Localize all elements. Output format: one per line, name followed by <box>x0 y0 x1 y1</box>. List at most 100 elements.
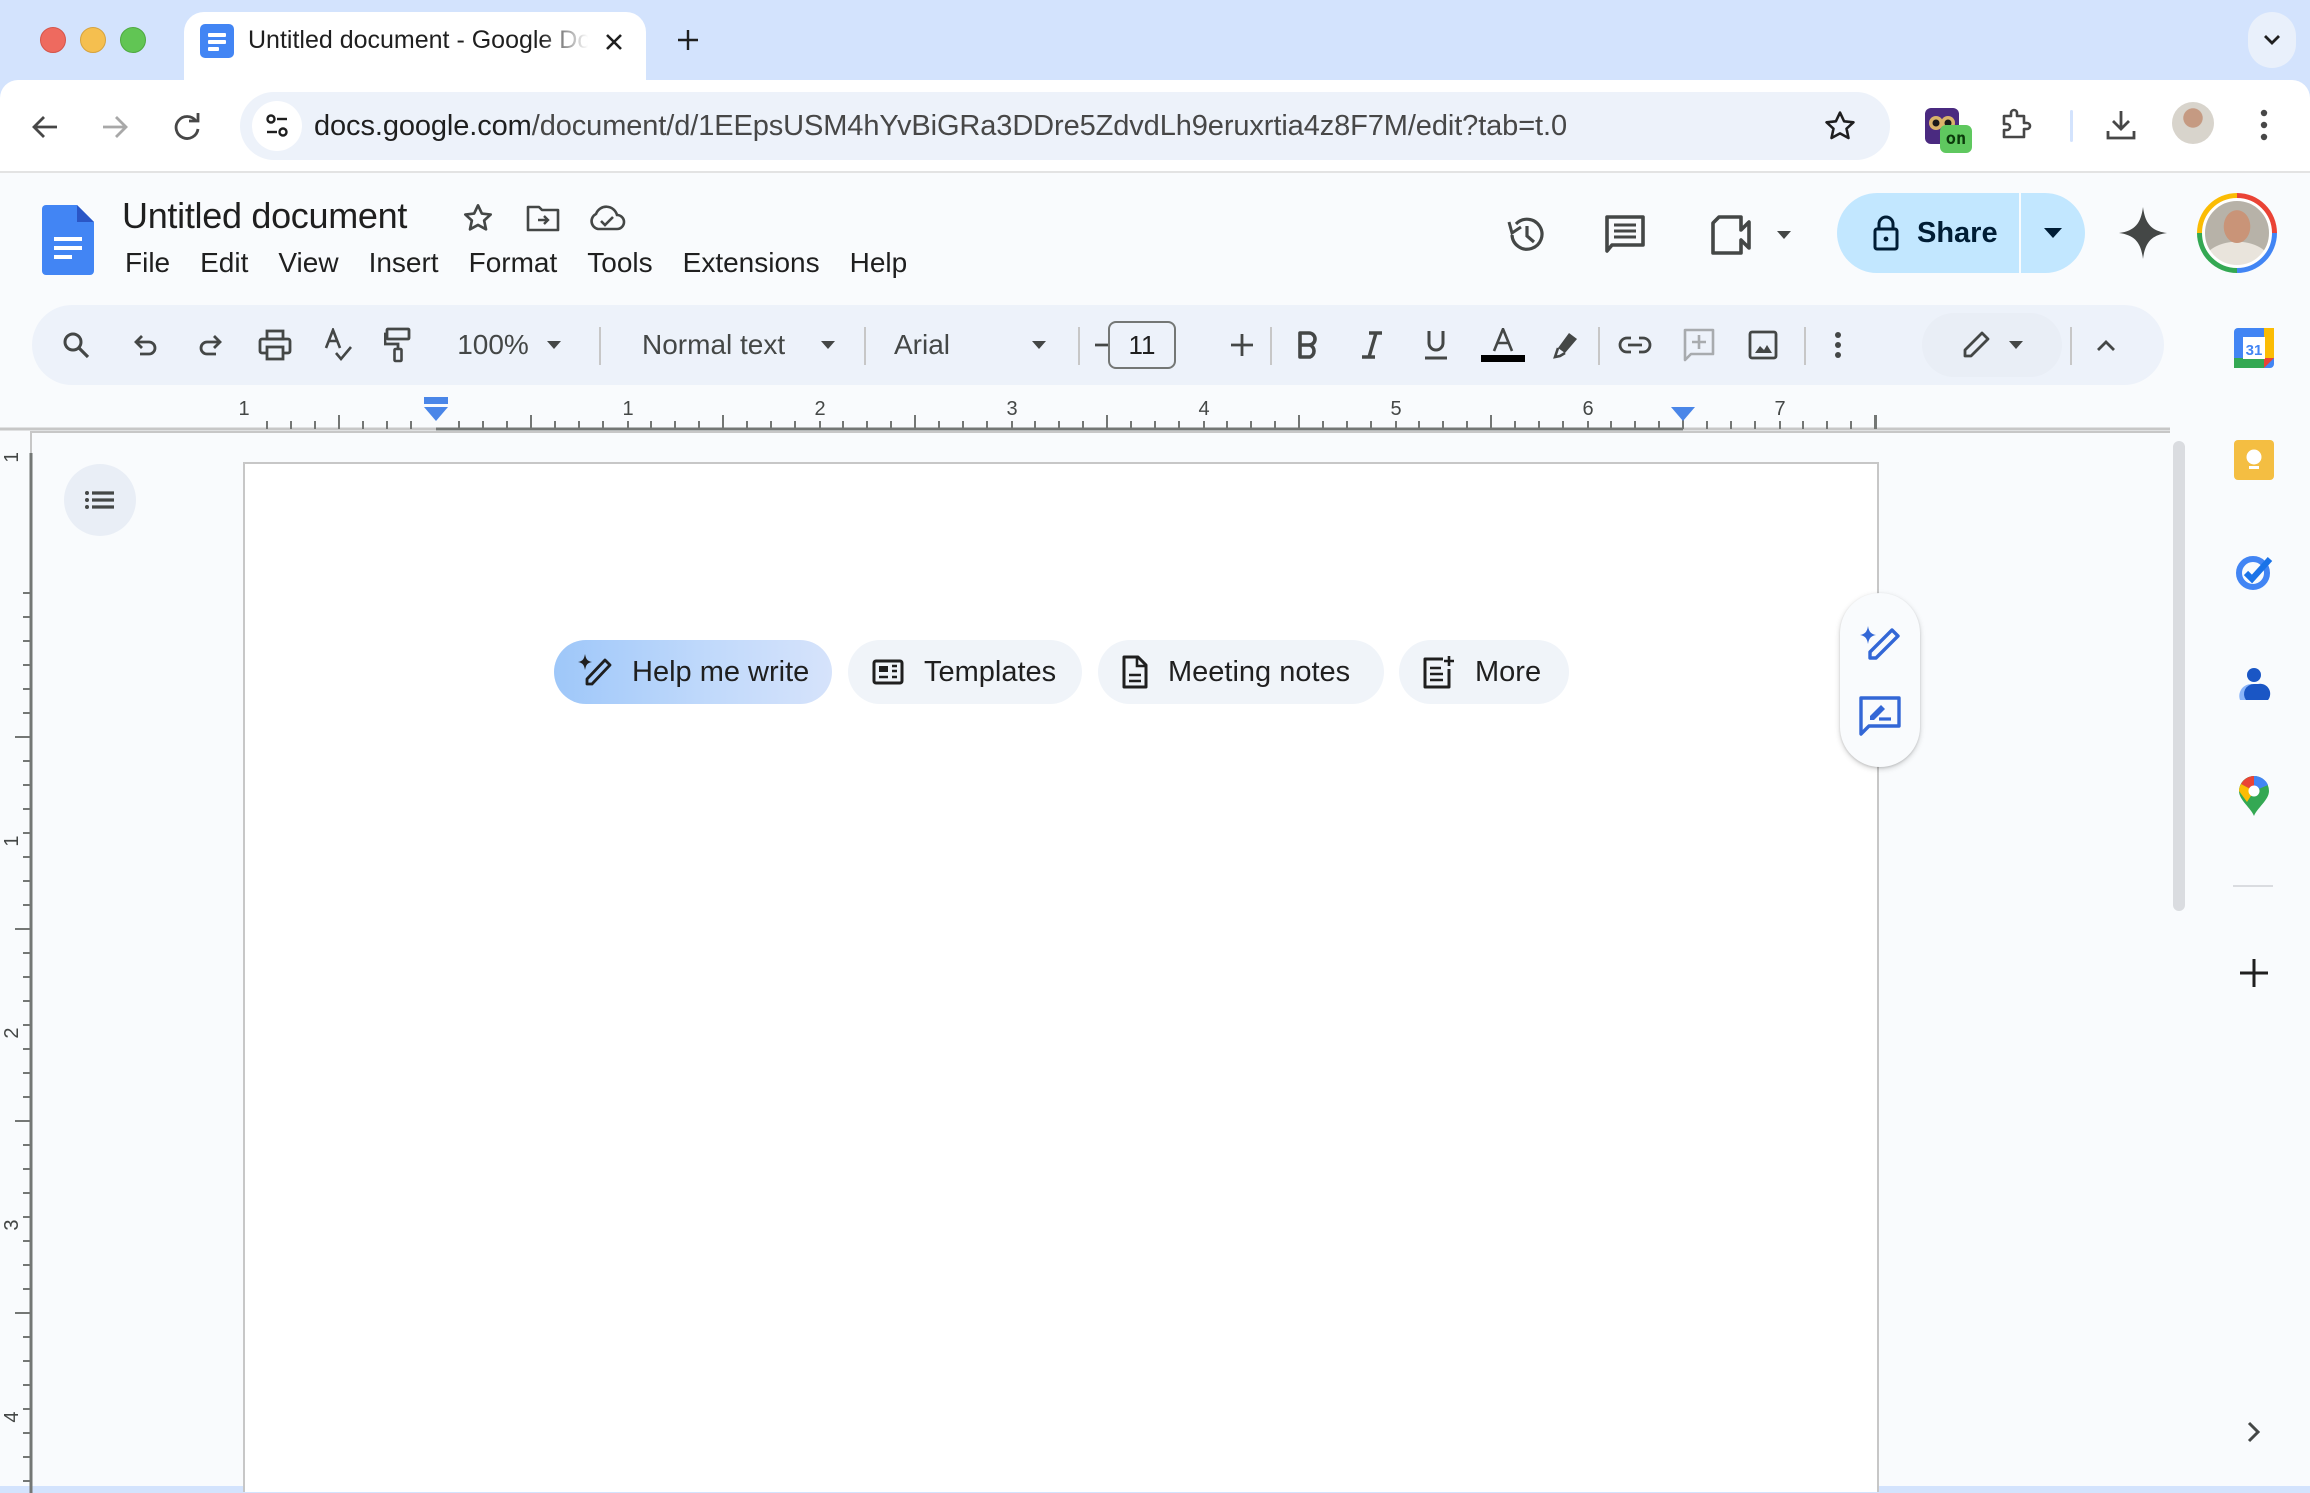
paragraph-style-select[interactable]: Normal text <box>622 317 872 373</box>
new-tab-button[interactable] <box>668 20 708 60</box>
undo-icon <box>134 335 157 356</box>
downloads-icon <box>2106 111 2136 140</box>
toolbar-divider <box>1804 327 1806 365</box>
font-family-select[interactable]: Arial <box>884 317 1084 373</box>
right-indent-marker[interactable] <box>1671 407 1695 421</box>
more-options-button[interactable] <box>1818 317 1858 373</box>
document-title[interactable]: Untitled document <box>122 195 407 237</box>
italic-button[interactable] <box>1350 317 1394 373</box>
vruler-label: 2 <box>1 1027 23 1038</box>
help-me-write-chip[interactable]: Help me write <box>554 640 832 704</box>
paint-format-icon <box>384 327 411 363</box>
undo-button[interactable] <box>124 317 168 373</box>
share-button[interactable]: Share <box>1837 193 2017 273</box>
more-building-blocks-icon <box>1423 656 1454 689</box>
docs-home-logo[interactable] <box>42 205 94 275</box>
first-line-indent-marker[interactable] <box>424 397 448 404</box>
vertical-scrollbar[interactable] <box>2173 441 2185 911</box>
zoom-select[interactable]: 100% <box>444 317 574 373</box>
underline-button[interactable] <box>1414 317 1458 373</box>
document-status-button[interactable] <box>588 199 626 237</box>
editing-mode-content <box>1942 317 2042 373</box>
editing-mode-icon <box>1963 331 1990 358</box>
add-comment-button[interactable] <box>1676 317 1722 373</box>
horizontal-ruler[interactable]: 1 1 2 3 4 5 6 7 <box>0 391 2170 435</box>
menu-edit[interactable]: Edit <box>185 243 263 287</box>
maps-icon <box>2239 775 2269 816</box>
browser-tab-active[interactable]: Untitled document - Google Docs <box>184 12 646 80</box>
extensions-button[interactable] <box>1993 102 2039 148</box>
suggest-edits-button[interactable] <box>1852 689 1908 745</box>
menu-file[interactable]: File <box>110 243 185 287</box>
text-color-button[interactable] <box>1478 317 1528 373</box>
keep-button[interactable] <box>2231 437 2277 483</box>
paint-format-button[interactable] <box>376 317 420 373</box>
maps-button[interactable] <box>2231 773 2277 819</box>
comments-button[interactable] <box>1597 207 1653 263</box>
back-button[interactable] <box>20 102 70 152</box>
calendar-button[interactable]: 31 <box>2231 325 2277 371</box>
insert-link-button[interactable] <box>1612 317 1658 373</box>
get-addons-button[interactable] <box>2231 950 2277 996</box>
increase-font-size-button[interactable] <box>1220 317 1264 373</box>
vruler-label: 1 <box>1 453 23 463</box>
share-options-button[interactable] <box>2021 193 2085 273</box>
paragraph-style-value: Normal text <box>642 329 786 360</box>
site-info-button[interactable] <box>252 101 302 151</box>
expand-side-panel-button[interactable] <box>2231 1409 2277 1455</box>
caret-down-icon <box>546 341 561 349</box>
address-bar[interactable]: docs.google.com/document/d/1EEpsUSM4hYvB… <box>240 92 1890 160</box>
vertical-ruler[interactable]: 1 1 2 3 4 <box>0 453 34 1493</box>
reload-button[interactable] <box>162 102 212 152</box>
print-button[interactable] <box>252 317 298 373</box>
tab-close-button[interactable] <box>596 24 632 60</box>
bold-button[interactable] <box>1286 317 1330 373</box>
menu-tools[interactable]: Tools <box>572 243 667 287</box>
tab-search-button[interactable] <box>2248 12 2296 68</box>
highlight-color-button[interactable] <box>1544 317 1588 373</box>
collapse-menus-button[interactable] <box>2084 317 2128 373</box>
bookmark-button[interactable] <box>1820 106 1860 146</box>
font-size-input[interactable]: 11 <box>1108 321 1176 369</box>
redo-button[interactable] <box>188 317 232 373</box>
star-button[interactable] <box>459 199 497 237</box>
tasks-button[interactable] <box>2231 548 2277 594</box>
contacts-button[interactable] <box>2231 661 2277 707</box>
browser-tab-strip: Untitled document - Google Docs <box>0 0 2310 80</box>
side-panel-divider <box>2233 885 2273 887</box>
search-menus-button[interactable] <box>48 317 104 373</box>
tasks-icon <box>2236 556 2273 590</box>
help-me-write-button[interactable] <box>1852 617 1908 673</box>
templates-chip[interactable]: Templates <box>848 640 1082 704</box>
menu-help[interactable]: Help <box>835 243 923 287</box>
document-outline-button[interactable] <box>64 464 136 536</box>
document-page[interactable] <box>243 462 1879 1492</box>
url-text[interactable]: docs.google.com/document/d/1EEpsUSM4hYvB… <box>314 110 1567 143</box>
insert-image-button[interactable] <box>1740 317 1786 373</box>
help-me-write-icon <box>1860 626 1900 660</box>
meet-button[interactable] <box>1704 207 1804 263</box>
url-path: /document/d/1EEpsUSM4hYvBiGRa3DDre5ZdvdL… <box>531 110 1567 142</box>
spellcheck-button[interactable] <box>316 317 360 373</box>
outline-list-icon <box>85 491 114 509</box>
account-avatar[interactable] <box>2197 193 2277 273</box>
menu-view[interactable]: View <box>263 243 353 287</box>
editing-mode-select[interactable] <box>1922 313 2062 377</box>
forward-button[interactable] <box>90 102 140 152</box>
menu-insert[interactable]: Insert <box>354 243 454 287</box>
spellcheck-icon <box>324 328 352 362</box>
window-minimize-button[interactable] <box>80 27 106 53</box>
profile-avatar[interactable] <box>2172 102 2214 144</box>
move-button[interactable] <box>524 199 562 237</box>
version-history-button[interactable] <box>1498 207 1554 263</box>
menu-extensions[interactable]: Extensions <box>668 243 835 287</box>
chrome-menu-button[interactable] <box>2244 102 2284 148</box>
window-maximize-button[interactable] <box>120 27 146 53</box>
left-indent-marker[interactable] <box>424 407 448 421</box>
window-close-button[interactable] <box>40 27 66 53</box>
more-chip[interactable]: More <box>1399 640 1569 704</box>
menu-format[interactable]: Format <box>454 243 573 287</box>
gemini-button[interactable] <box>2115 203 2171 263</box>
downloads-button[interactable] <box>2098 102 2144 148</box>
meeting-notes-chip[interactable]: Meeting notes <box>1098 640 1384 704</box>
